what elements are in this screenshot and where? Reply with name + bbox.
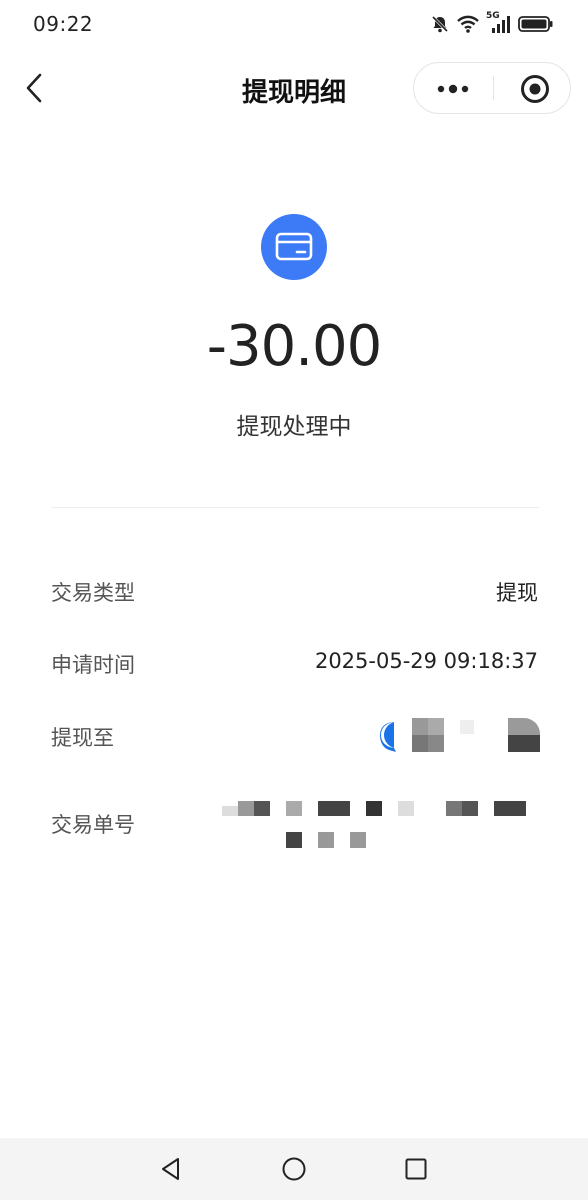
- circle-home-icon: [282, 1157, 306, 1181]
- withdraw-amount: -30.00: [206, 314, 383, 379]
- close-program-button[interactable]: [494, 63, 571, 113]
- mini-program-capsule: [413, 62, 571, 114]
- withdraw-to-label: 提现至: [51, 726, 114, 750]
- system-back-button[interactable]: [157, 1154, 187, 1184]
- more-button[interactable]: [414, 63, 493, 113]
- system-home-button[interactable]: [279, 1154, 309, 1184]
- status-icons: 5G: [430, 11, 554, 36]
- withdraw-card-badge: [261, 214, 327, 280]
- battery-icon: [518, 16, 553, 32]
- more-dots-icon: [437, 84, 469, 94]
- mute-bell-icon: [431, 15, 449, 33]
- transaction-type-value: 提现: [496, 581, 538, 605]
- square-recents-icon: [405, 1158, 427, 1180]
- apply-time-value: 2025-05-29 09:18:37: [314, 649, 538, 673]
- status-bar: 09:22 5G: [0, 0, 588, 48]
- system-recents-button[interactable]: [401, 1154, 431, 1184]
- transaction-number-value-redacted: [222, 798, 540, 850]
- transaction-number-label: 交易单号: [51, 813, 135, 837]
- target-circle-icon: [521, 75, 549, 103]
- payment-account-logo-icon: [380, 722, 396, 752]
- triangle-back-icon: [162, 1158, 179, 1180]
- card-icon: [275, 232, 313, 261]
- withdraw-to-value-redacted: [380, 718, 540, 752]
- section-divider: [51, 507, 539, 508]
- wifi-icon: [457, 15, 479, 33]
- signal-icon: 5G: [486, 11, 512, 35]
- nav-bar: 提现明细: [0, 56, 588, 120]
- system-navigation-bar: [0, 1138, 588, 1200]
- transaction-type-label: 交易类型: [51, 581, 135, 605]
- withdraw-status: 提现处理中: [236, 414, 352, 440]
- apply-time-label: 申请时间: [51, 653, 135, 677]
- status-time: 09:22: [33, 12, 94, 36]
